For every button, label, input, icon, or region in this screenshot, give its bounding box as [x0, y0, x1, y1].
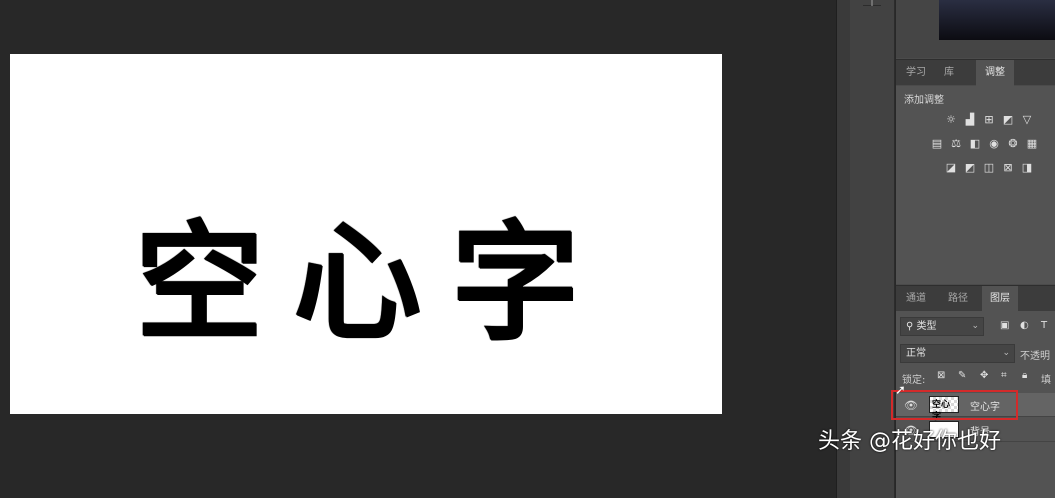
vibrance-icon[interactable]: ▽ [1020, 113, 1034, 126]
lock-artboard-icon[interactable]: ⌗ [1001, 370, 1007, 381]
adjustments-title: 添加调整 [904, 95, 944, 106]
adjustment-row-3: ◪ ◩ ◫ ⊠ ◨ [944, 161, 1034, 174]
chevron-down-icon: ⌄ [971, 321, 979, 331]
color-balance-icon[interactable]: ⚖ [949, 137, 963, 150]
canvas-text-selection[interactable]: 空心字 [135, 209, 615, 359]
lock-all-icon[interactable]: 🔒︎ [1022, 370, 1027, 381]
posterize-icon[interactable]: ◩ [963, 161, 977, 174]
adjustment-filter-icon[interactable]: ◐ [1020, 320, 1029, 331]
watermark: 头条 @花好你也好 [818, 429, 1001, 454]
pixel-filter-icon[interactable]: ▣ [1000, 320, 1009, 331]
adjustment-row-2: ▤ ⚖ ◧ ◉ ❂ ▦ [930, 137, 1039, 150]
chevron-down-icon: ⌄ [1002, 348, 1010, 358]
layer-filter-dropdown[interactable]: ⚲ 类型 ⌄ [900, 317, 984, 336]
tab-paths[interactable]: 路径 [940, 286, 976, 312]
layers-tabbar: 通道 路径 图层 [896, 285, 1055, 312]
tab-learn[interactable]: 学习 [898, 60, 934, 86]
adjustment-row-1: ☼ ▟ ⊞ ◩ ▽ [944, 113, 1034, 126]
layer-row-hollow-text[interactable]: 👁︎ 空心字 空心字 [891, 390, 1055, 422]
gradient-map-icon[interactable]: ◨ [1020, 161, 1034, 174]
document-canvas[interactable]: 空心字 [10, 54, 722, 414]
hue-saturation-icon[interactable]: ▤ [930, 137, 944, 150]
lock-transparent-icon[interactable]: ⊠ [937, 370, 945, 381]
highlight-annotation-box [891, 390, 1018, 420]
tab-libraries[interactable]: 库 [936, 60, 962, 86]
levels-icon[interactable]: ▟ [963, 113, 977, 126]
lock-pixels-icon[interactable]: ✎ [958, 370, 966, 381]
blend-mode-value: 正常 [906, 348, 926, 359]
threshold-icon[interactable]: ◫ [982, 161, 996, 174]
search-icon: ⚲ [906, 321, 917, 332]
selective-color-icon[interactable]: ⊠ [1001, 161, 1015, 174]
type-filter-icon[interactable]: T [1041, 320, 1047, 331]
tab-adjustments[interactable]: 调整 [976, 60, 1014, 86]
lock-position-icon[interactable]: ✥ [980, 370, 988, 381]
exposure-icon[interactable]: ◩ [1001, 113, 1015, 126]
tab-layers[interactable]: 图层 [982, 286, 1018, 312]
invert-icon[interactable]: ◪ [944, 161, 958, 174]
adjustments-tabbar: 学习 库 调整 [896, 59, 1055, 86]
document-workspace: 空心字 [0, 0, 836, 498]
grip-icon[interactable]: ‖ [863, 0, 881, 6]
adjustments-panel: 添加调整 ☼ ▟ ⊞ ◩ ▽ ▤ ⚖ ◧ ◉ ❂ ▦ ◪ ◩ ◫ ⊠ ◨ [896, 86, 1055, 284]
tab-channels[interactable]: 通道 [898, 286, 934, 312]
opacity-label: 不透明 [1020, 351, 1050, 362]
layers-panel: ⚲ 类型 ⌄ ▣ ◐ T 正常 ⌄ 不透明 锁定: ⊠ ✎ ✥ ⌗ 🔒︎ 填 👁… [891, 311, 1055, 498]
color-lookup-icon[interactable]: ▦ [1025, 137, 1039, 150]
brightness-icon[interactable]: ☼ [944, 113, 958, 126]
color-preview[interactable] [939, 0, 1055, 40]
layer-filter-label: 类型 [916, 321, 937, 332]
fill-label: 填 [1041, 375, 1051, 386]
mouse-cursor-icon: ➚ [895, 383, 906, 398]
channel-mixer-icon[interactable]: ❂ [1006, 137, 1020, 150]
curves-icon[interactable]: ⊞ [982, 113, 996, 126]
photo-filter-icon[interactable]: ◉ [987, 137, 1001, 150]
blend-mode-dropdown[interactable]: 正常 ⌄ [900, 344, 1015, 363]
color-panel [896, 0, 1055, 58]
black-white-icon[interactable]: ◧ [968, 137, 982, 150]
